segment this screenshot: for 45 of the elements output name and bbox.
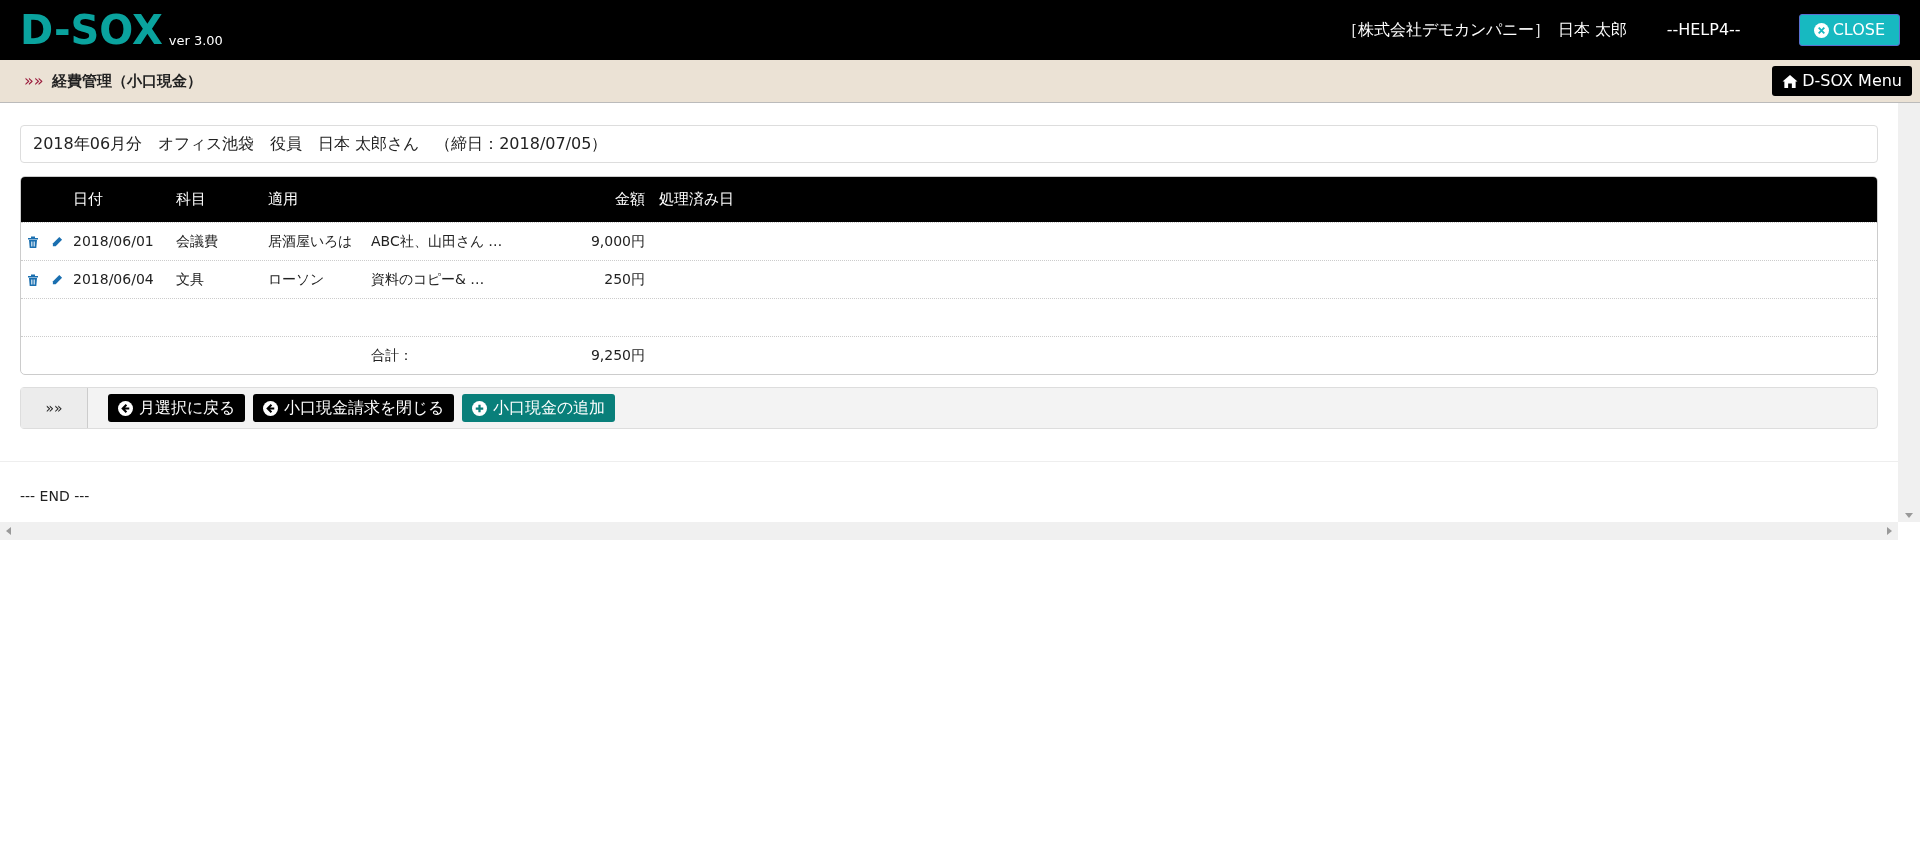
- table-cell: 2018/06/01: [73, 233, 154, 249]
- trash-icon[interactable]: [27, 273, 39, 286]
- table-cell: 9,000円: [590, 233, 645, 249]
- table-cell: 文具: [176, 271, 204, 287]
- table-cell: 9,250円: [590, 347, 645, 363]
- back-button[interactable]: 月選択に戻る: [108, 394, 245, 422]
- pencil-icon[interactable]: [51, 235, 63, 248]
- column-header: 処理済み日: [658, 189, 734, 211]
- column-header: 金額: [614, 189, 645, 211]
- page-title: 経費管理（小口現金）: [51, 70, 202, 92]
- add-button[interactable]: 小口現金の追加: [462, 394, 615, 422]
- vertical-scrollbar[interactable]: [1898, 103, 1920, 522]
- arrow-left-icon: [263, 400, 278, 416]
- table-cell: 資料のコピー& …: [371, 271, 485, 287]
- back-button[interactable]: 小口現金請求を閉じる: [253, 394, 454, 422]
- scroll-right-icon[interactable]: [1887, 527, 1892, 535]
- table-cell: 250円: [604, 271, 645, 287]
- table-cell: 会議費: [176, 233, 218, 249]
- menu-button[interactable]: D-SOX Menu: [1772, 66, 1912, 96]
- pencil-icon[interactable]: [51, 273, 63, 286]
- trash-icon[interactable]: [27, 235, 39, 248]
- help-link[interactable]: --HELP4--: [1666, 18, 1741, 42]
- table-cell: 2018/06/04: [73, 271, 154, 287]
- toolbar-marker: »»: [21, 388, 88, 428]
- company-name: ［株式会社デモカンパニー］: [1341, 19, 1550, 41]
- home-icon: [1782, 73, 1799, 89]
- table-cell: 合計：: [371, 347, 413, 363]
- column-header: 科目: [176, 189, 207, 211]
- app-logo: D-SOX: [20, 10, 163, 50]
- table-cell: ローソン: [268, 271, 324, 287]
- horizontal-scrollbar[interactable]: [0, 522, 1898, 540]
- close-icon: [1813, 22, 1829, 38]
- column-header: 日付: [73, 189, 104, 211]
- scroll-down-icon[interactable]: [1905, 513, 1913, 518]
- table-cell: ABC社、山田さん …: [371, 233, 503, 249]
- scroll-left-icon[interactable]: [6, 527, 11, 535]
- plus-icon: [472, 400, 487, 416]
- period-summary: 2018年06月分 オフィス池袋 役員 日本 太郎さん （締日：2018/07/05）: [20, 125, 1878, 163]
- user-name: 日本 太郎: [1557, 19, 1627, 41]
- column-header: 適用: [268, 189, 299, 211]
- table-cell: 居酒屋いろは: [268, 233, 352, 249]
- arrow-left-icon: [118, 400, 133, 416]
- end-label: --- END ---: [20, 488, 90, 504]
- version-label: ver 3.00: [168, 31, 223, 50]
- breadcrumb-marker: »»: [24, 70, 44, 92]
